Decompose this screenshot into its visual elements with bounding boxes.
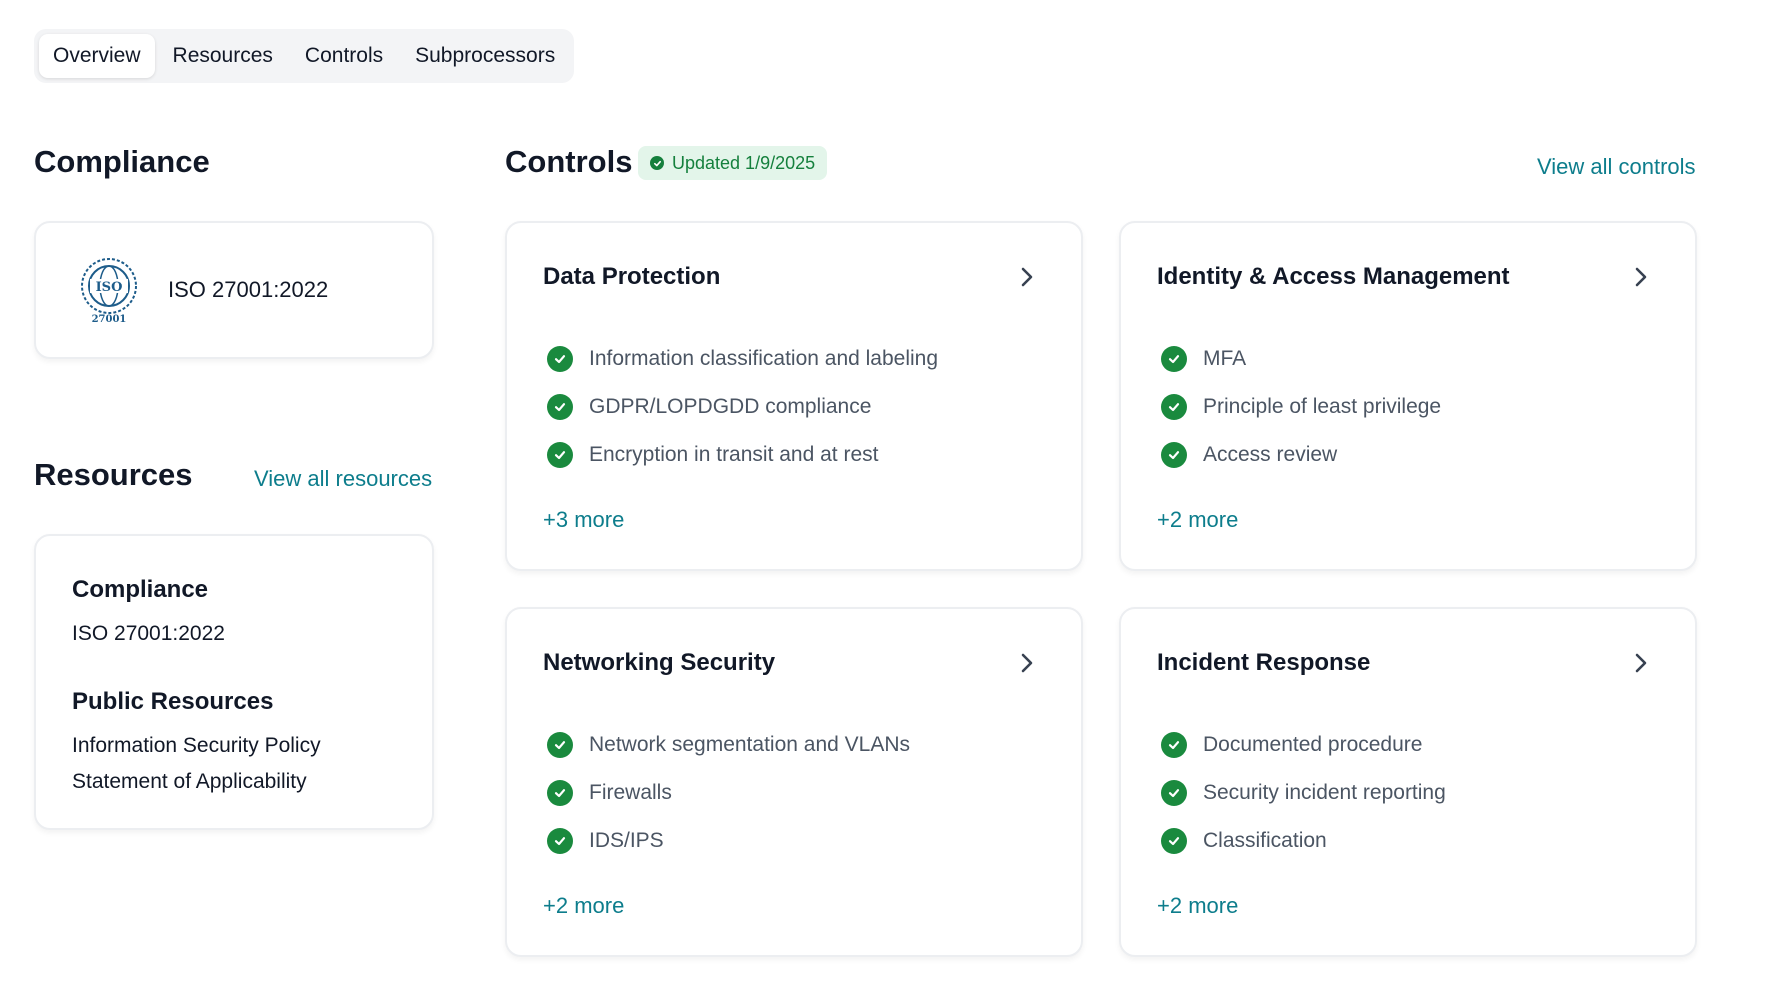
view-all-controls-link[interactable]: View all controls <box>1537 154 1696 180</box>
resources-title: Resources <box>34 457 193 492</box>
updated-badge-text: Updated 1/9/2025 <box>672 152 816 173</box>
view-all-resources-link[interactable]: View all resources <box>254 466 432 492</box>
control-item-label: Encryption in transit and at rest <box>589 443 879 466</box>
chevron-right-icon[interactable] <box>1017 649 1037 677</box>
check-circle-icon <box>1161 394 1187 420</box>
control-card-title: Networking Security <box>543 649 776 676</box>
resources-card: Compliance ISO 27001:2022 Public Resourc… <box>34 534 434 830</box>
check-circle-icon <box>1161 828 1187 854</box>
trust-center-overview: Overview Resources Controls Subprocessor… <box>0 0 1776 984</box>
control-card-networking-security[interactable]: Networking Security Network segmentation… <box>505 607 1083 957</box>
check-circle-icon <box>547 442 573 468</box>
chevron-right-icon[interactable] <box>1631 263 1651 291</box>
show-more-link[interactable]: +3 more <box>543 507 624 533</box>
resources-compliance-item[interactable]: ISO 27001:2022 <box>72 622 225 646</box>
list-item: Classification <box>1161 817 1446 865</box>
public-resources-heading: Public Resources <box>72 688 274 715</box>
control-list: MFA Principle of least privilege Access … <box>1161 335 1441 479</box>
svg-text:ISO: ISO <box>96 280 123 295</box>
compliance-card-iso[interactable]: ISO 27001 ISO 27001:2022 <box>34 221 434 359</box>
list-item: GDPR/LOPDGDD compliance <box>547 383 938 431</box>
list-item: Encryption in transit and at rest <box>547 431 938 479</box>
control-card-title: Incident Response <box>1157 649 1371 676</box>
control-card-title: Identity & Access Management <box>1157 263 1510 290</box>
chevron-right-icon[interactable] <box>1017 263 1037 291</box>
check-circle-icon <box>547 780 573 806</box>
show-more-link[interactable]: +2 more <box>1157 893 1238 919</box>
show-more-link[interactable]: +2 more <box>543 893 624 919</box>
control-item-label: Access review <box>1203 443 1338 466</box>
check-circle-icon <box>1161 780 1187 806</box>
controls-title: Controls <box>505 144 633 179</box>
check-circle-icon <box>547 346 573 372</box>
compliance-title: Compliance <box>34 144 210 179</box>
compliance-item-name: ISO 27001:2022 <box>168 277 329 302</box>
control-item-label: Classification <box>1203 829 1327 852</box>
list-item: Network segmentation and VLANs <box>547 721 910 769</box>
control-list: Network segmentation and VLANs Firewalls… <box>547 721 910 865</box>
list-item: Information classification and labeling <box>547 335 938 383</box>
control-card-data-protection[interactable]: Data Protection Information classificati… <box>505 221 1083 571</box>
control-item-label: MFA <box>1203 347 1247 370</box>
control-item-label: GDPR/LOPDGDD compliance <box>589 395 872 418</box>
iso-27001-logo: ISO 27001 <box>81 258 137 325</box>
tab-overview[interactable]: Overview <box>39 34 155 78</box>
svg-text:27001: 27001 <box>92 314 127 325</box>
control-list: Information classification and labeling … <box>547 335 938 479</box>
check-circle-icon <box>547 732 573 758</box>
list-item: Documented procedure <box>1161 721 1446 769</box>
list-item: Firewalls <box>547 769 910 817</box>
updated-badge: Updated 1/9/2025 <box>638 146 828 180</box>
check-circle-icon <box>1161 346 1187 372</box>
tab-bar: Overview Resources Controls Subprocessor… <box>34 29 575 83</box>
resources-compliance-heading: Compliance <box>72 576 209 603</box>
control-item-label: Information classification and labeling <box>589 347 939 370</box>
show-more-link[interactable]: +2 more <box>1157 507 1238 533</box>
chevron-right-icon[interactable] <box>1631 649 1651 677</box>
tab-resources[interactable]: Resources <box>159 34 287 78</box>
check-circle-icon <box>547 828 573 854</box>
control-card-identity-access[interactable]: Identity & Access Management MFA Princip… <box>1119 221 1697 571</box>
control-item-label: Documented procedure <box>1203 733 1423 756</box>
control-item-label: Network segmentation and VLANs <box>589 733 910 756</box>
check-circle-icon <box>547 394 573 420</box>
list-item: Principle of least privilege <box>1161 383 1441 431</box>
control-item-label: Principle of least privilege <box>1203 395 1442 418</box>
control-list: Documented procedure Security incident r… <box>1161 721 1446 865</box>
check-circle-icon <box>1161 732 1187 758</box>
list-item: Access review <box>1161 431 1441 479</box>
control-item-label: Security incident reporting <box>1203 781 1446 804</box>
tab-subprocessors[interactable]: Subprocessors <box>401 34 569 78</box>
control-item-label: Firewalls <box>589 781 672 804</box>
public-resource-link[interactable]: Information Security Policy <box>72 734 321 758</box>
public-resource-link[interactable]: Statement of Applicability <box>72 770 307 794</box>
control-card-incident-response[interactable]: Incident Response Documented procedure S… <box>1119 607 1697 957</box>
control-card-title: Data Protection <box>543 263 721 290</box>
list-item: IDS/IPS <box>547 817 910 865</box>
tab-controls[interactable]: Controls <box>291 34 397 78</box>
check-circle-icon <box>1161 442 1187 468</box>
list-item: Security incident reporting <box>1161 769 1446 817</box>
control-item-label: IDS/IPS <box>589 829 664 852</box>
list-item: MFA <box>1161 335 1441 383</box>
check-circle-icon <box>650 156 664 170</box>
